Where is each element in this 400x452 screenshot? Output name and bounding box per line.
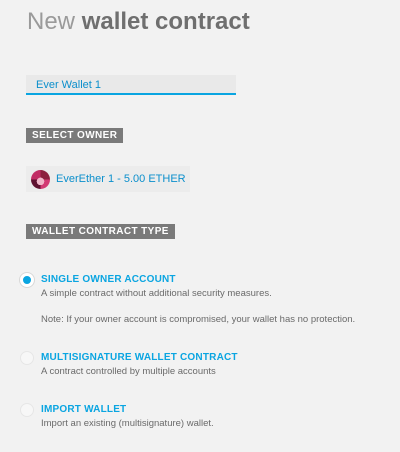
wallet-name-input[interactable]	[26, 75, 236, 95]
option-multisignature-title: MULTISIGNATURE WALLET CONTRACT	[41, 352, 238, 363]
option-single-owner-title: SINGLE OWNER ACCOUNT	[41, 274, 176, 285]
option-multisignature-description: A contract controlled by multiple accoun…	[41, 366, 216, 377]
identicon-avatar-icon	[31, 169, 50, 189]
radio-single-owner[interactable]	[20, 273, 34, 287]
option-import-wallet[interactable]: IMPORT WALLET Import an existing (multis…	[20, 402, 390, 432]
option-import-wallet-title: IMPORT WALLET	[41, 404, 127, 415]
option-single-owner-description: A simple contract without additional sec…	[41, 288, 272, 299]
radio-multisignature[interactable]	[20, 351, 34, 365]
owner-select-value: EverEther 1 - 5.00 ETHER	[56, 173, 186, 185]
radio-import-wallet[interactable]	[20, 403, 34, 417]
select-owner-label: SELECT OWNER	[26, 128, 124, 143]
page-title-light: New	[27, 8, 76, 35]
option-import-wallet-description: Import an existing (multisignature) wall…	[41, 418, 214, 429]
page-title-bold: wallet contract	[81, 8, 250, 35]
wallet-contract-type-label: WALLET CONTRACT TYPE	[26, 224, 175, 239]
option-single-owner-note: Note: If your owner account is compromis…	[41, 314, 356, 325]
page-title: New wallet contract	[27, 8, 250, 36]
option-multisignature[interactable]: MULTISIGNATURE WALLET CONTRACT A contrac…	[20, 350, 390, 380]
option-single-owner[interactable]: SINGLE OWNER ACCOUNT A simple contract w…	[20, 272, 390, 332]
owner-select[interactable]: EverEther 1 - 5.00 ETHER	[26, 166, 190, 192]
